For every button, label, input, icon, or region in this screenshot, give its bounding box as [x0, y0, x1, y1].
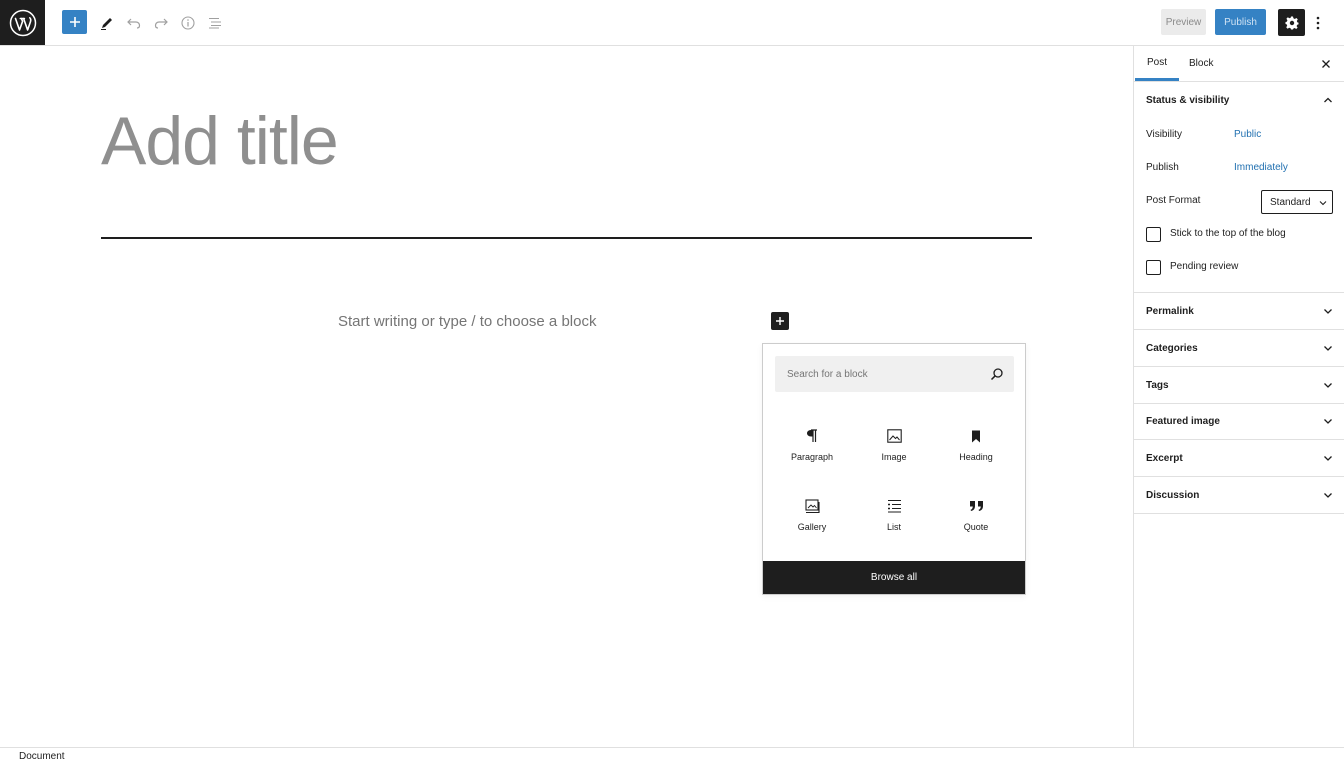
block-search-input[interactable] [775, 356, 975, 392]
block-search [775, 356, 1014, 392]
panel-title: Featured image [1146, 415, 1220, 427]
block-item-label: Quote [963, 522, 989, 532]
paragraph-icon [802, 426, 822, 446]
post-format-label: Post Format [1146, 195, 1201, 206]
block-item-label: Heading [959, 452, 993, 462]
tools-button[interactable] [94, 10, 119, 35]
panel-title: Discussion [1146, 489, 1200, 501]
wordpress-logo-icon[interactable] [0, 0, 45, 45]
panel-title: Categories [1146, 342, 1198, 354]
image-icon [884, 426, 904, 446]
publish-date-toggle[interactable]: Immediately [1234, 162, 1288, 173]
chevron-down-icon [1324, 383, 1332, 388]
preview-button[interactable]: Preview [1161, 9, 1206, 35]
post-format-select[interactable]: Standard [1261, 190, 1333, 214]
info-icon [180, 15, 195, 30]
chevron-down-icon [1324, 346, 1332, 351]
panel-title: Excerpt [1146, 452, 1183, 464]
gallery-icon [802, 496, 822, 516]
quote-icon [966, 496, 986, 516]
visibility-label: Visibility [1146, 129, 1182, 140]
editor-footer: Document [0, 747, 1344, 766]
toggle-inserter-button[interactable] [62, 10, 87, 34]
chevron-up-icon [1324, 97, 1332, 103]
panel-title: Permalink [1146, 305, 1194, 317]
pending-review-checkbox[interactable] [1146, 260, 1161, 275]
more-options-button[interactable] [1310, 10, 1326, 35]
undo-button[interactable] [121, 10, 146, 35]
panel-title: Status & visibility [1146, 94, 1230, 106]
panel-discussion[interactable]: Discussion [1134, 477, 1344, 513]
block-item-label: List [886, 522, 901, 532]
panel-featured-image[interactable]: Featured image [1134, 403, 1344, 439]
undo-icon [126, 18, 140, 29]
panel-title: Tags [1146, 379, 1169, 391]
panel-excerpt[interactable]: Excerpt [1134, 440, 1344, 476]
title-underline [101, 237, 1032, 239]
sidebar-tabs: Post Block [1134, 46, 1344, 82]
heading-icon [966, 426, 986, 446]
list-view-icon [208, 17, 221, 29]
default-block-appender[interactable]: Start writing or type / to choose a bloc… [338, 313, 596, 330]
block-item-gallery[interactable]: Gallery [771, 488, 853, 546]
chevron-down-icon [1324, 309, 1332, 314]
panel-divider [1134, 513, 1344, 514]
gear-icon [1285, 16, 1298, 29]
settings-button[interactable] [1278, 9, 1305, 36]
block-item-list[interactable]: List [853, 488, 935, 546]
chevron-down-icon [1324, 456, 1332, 461]
editor-header: Preview Publish [0, 0, 1344, 46]
plus-icon [776, 317, 784, 325]
pending-review-label: Pending review [1170, 261, 1239, 272]
settings-sidebar: Post Block Status & visibility Visibilit… [1133, 46, 1344, 747]
publish-date-label: Publish [1146, 162, 1179, 173]
panel-permalink[interactable]: Permalink [1134, 293, 1344, 329]
block-inserter-popover: Paragraph Image Heading Gallery [762, 343, 1026, 595]
publish-button[interactable]: Publish [1215, 9, 1266, 35]
tab-block[interactable]: Block [1189, 46, 1213, 81]
redo-icon [154, 18, 168, 29]
more-vertical-icon [1316, 16, 1320, 29]
pencil-icon [100, 17, 112, 30]
sticky-checkbox[interactable] [1146, 227, 1161, 242]
visibility-toggle[interactable]: Public [1234, 129, 1261, 140]
block-item-paragraph[interactable]: Paragraph [771, 418, 853, 476]
browse-all-button[interactable]: Browse all [763, 561, 1025, 594]
block-item-heading[interactable]: Heading [935, 418, 1017, 476]
list-icon [884, 496, 904, 516]
panel-status-visibility[interactable]: Status & visibility [1134, 82, 1344, 118]
editor-canvas: Add title Start writing or type / to cho… [0, 46, 1133, 747]
plus-icon [69, 17, 80, 27]
list-view-button[interactable] [202, 10, 227, 35]
tab-post[interactable]: Post [1135, 46, 1179, 81]
breadcrumb[interactable]: Document [19, 751, 65, 762]
chevron-down-icon [1319, 201, 1327, 206]
block-item-label: Paragraph [790, 452, 834, 462]
chevron-down-icon [1324, 493, 1332, 498]
post-title-input[interactable]: Add title [101, 102, 339, 180]
details-button[interactable] [175, 10, 200, 35]
sticky-label: Stick to the top of the blog [1170, 228, 1286, 239]
block-item-label: Image [881, 452, 907, 462]
add-block-button[interactable] [771, 312, 789, 330]
panel-tags[interactable]: Tags [1134, 367, 1344, 403]
panel-categories[interactable]: Categories [1134, 330, 1344, 366]
redo-button[interactable] [148, 10, 173, 35]
block-item-quote[interactable]: Quote [935, 488, 1017, 546]
close-icon[interactable] [1319, 57, 1333, 71]
block-item-label: Gallery [797, 522, 827, 532]
chevron-down-icon [1324, 419, 1332, 424]
search-icon [990, 368, 1003, 381]
post-format-value: Standard [1270, 196, 1311, 208]
block-item-image[interactable]: Image [853, 418, 935, 476]
